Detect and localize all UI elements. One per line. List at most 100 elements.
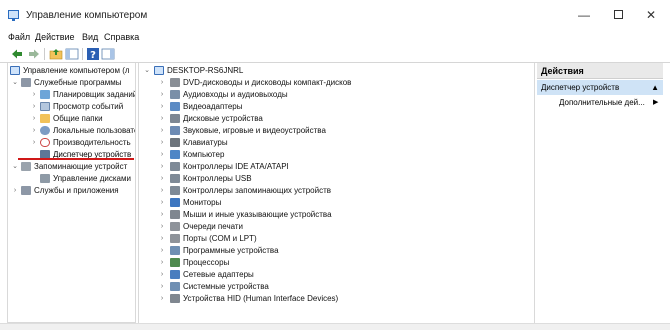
tree-root-computer-management[interactable]: Управление компьютером (л [10, 65, 135, 77]
chevron-right-icon[interactable]: › [158, 89, 166, 101]
device-category-2[interactable]: › Видеоадаптеры [143, 101, 533, 113]
device-category-label: Аудиовходы и аудиовыходы [183, 90, 288, 99]
tree-item-system-tools[interactable]: ⌄ Служебные программы [10, 77, 135, 89]
chevron-right-icon[interactable]: › [158, 137, 166, 149]
device-category-1[interactable]: › Аудиовходы и аудиовыходы [143, 89, 533, 101]
chevron-down-icon[interactable]: ⌄ [11, 161, 19, 173]
chevron-right-icon[interactable]: › [30, 113, 38, 125]
device-category-label: Порты (COM и LPT) [183, 234, 257, 243]
device-category-13[interactable]: › Порты (COM и LPT) [143, 233, 533, 245]
device-category-label: Дисковые устройства [183, 114, 263, 123]
toolbar: ? [0, 46, 670, 63]
title-bar: Управление компьютером — ✕ [0, 0, 670, 30]
collapse-arrow-icon[interactable]: ▲ [651, 80, 659, 95]
actions-group-device-manager[interactable]: Диспетчер устройств ▲ [537, 80, 663, 95]
show-hide-tree-icon[interactable] [65, 47, 79, 61]
menu-help[interactable]: Справка [104, 32, 139, 42]
chevron-down-icon[interactable]: ⌄ [11, 77, 19, 89]
tree-item-storage[interactable]: ⌄ Запоминающие устройст [10, 161, 135, 173]
device-category-label: Устройства HID (Human Interface Devices) [183, 294, 339, 303]
device-category-17[interactable]: › Системные устройства [143, 281, 533, 293]
device-category-4[interactable]: › Звуковые, игровые и видеоустройства [143, 125, 533, 137]
close-button[interactable]: ✕ [644, 8, 658, 22]
device-category-14[interactable]: › Программные устройства [143, 245, 533, 257]
actions-pane: Действия Диспетчер устройств ▲ Дополните… [537, 63, 663, 323]
port-icon [170, 234, 180, 243]
chevron-right-icon[interactable]: › [158, 125, 166, 137]
monitor-icon [170, 198, 180, 207]
device-category-label: DVD-дисководы и дисководы компакт-дисков [183, 78, 352, 87]
device-category-label: Мыши и иные указывающие устройства [183, 210, 332, 219]
console-tree: Управление компьютером (л ⌄ Служебные пр… [7, 63, 136, 323]
chevron-right-icon[interactable]: › [30, 101, 38, 113]
chevron-right-icon[interactable]: › [30, 137, 38, 149]
mouse-icon [170, 210, 180, 219]
chevron-right-icon[interactable]: › [158, 269, 166, 281]
chevron-right-icon[interactable]: › [158, 293, 166, 305]
sound-icon [170, 126, 180, 135]
forward-arrow-icon[interactable] [27, 47, 41, 61]
chevron-right-icon[interactable]: › [158, 149, 166, 161]
chevron-right-icon[interactable]: › [158, 161, 166, 173]
maximize-button[interactable] [611, 8, 625, 22]
device-category-11[interactable]: › Мыши и иные указывающие устройства [143, 209, 533, 221]
device-category-16[interactable]: › Сетевые адаптеры [143, 269, 533, 281]
device-category-8[interactable]: › Контроллеры USB [143, 173, 533, 185]
chevron-right-icon[interactable]: › [158, 257, 166, 269]
chevron-right-icon[interactable]: › [158, 173, 166, 185]
tree-item-task-scheduler[interactable]: › Планировщик заданий [10, 89, 135, 101]
usb-controller-icon [170, 174, 180, 183]
tree-item-services-apps[interactable]: › Службы и приложения [10, 185, 135, 197]
menu-action[interactable]: Действие [35, 32, 75, 42]
device-category-7[interactable]: › Контроллеры IDE ATA/ATAPI [143, 161, 533, 173]
device-category-9[interactable]: › Контроллеры запоминающих устройств [143, 185, 533, 197]
chevron-right-icon[interactable]: › [30, 89, 38, 101]
chevron-right-icon[interactable]: › [158, 197, 166, 209]
device-category-6[interactable]: › Компьютер [143, 149, 533, 161]
chevron-right-icon[interactable]: › [158, 281, 166, 293]
help-icon[interactable]: ? [86, 47, 100, 61]
tree-item-local-users[interactable]: › Локальные пользовате [10, 125, 135, 137]
storage-icon [21, 162, 31, 171]
device-category-15[interactable]: › Процессоры [143, 257, 533, 269]
device-category-label: Сетевые адаптеры [183, 270, 254, 279]
display-adapter-icon [170, 102, 180, 111]
device-category-18[interactable]: › Устройства HID (Human Interface Devices… [143, 293, 533, 305]
chevron-right-icon[interactable]: › [158, 209, 166, 221]
device-category-label: Процессоры [183, 258, 230, 267]
back-arrow-icon[interactable] [10, 47, 24, 61]
tree-item-shared-folders[interactable]: › Общие папки [10, 113, 135, 125]
device-category-label: Звуковые, игровые и видеоустройства [183, 126, 326, 135]
up-folder-icon[interactable] [49, 47, 63, 61]
chevron-right-icon[interactable]: › [158, 233, 166, 245]
device-category-3[interactable]: › Дисковые устройства [143, 113, 533, 125]
device-tree-root[interactable]: ⌄ DESKTOP-RS6JNRL [143, 65, 533, 77]
chevron-right-icon[interactable]: › [158, 185, 166, 197]
computer-icon [170, 150, 180, 159]
chevron-right-icon[interactable]: › [158, 221, 166, 233]
chevron-right-icon[interactable]: › [11, 185, 19, 197]
device-category-5[interactable]: › Клавиатуры [143, 137, 533, 149]
tree-item-event-viewer[interactable]: › Просмотр событий [10, 101, 135, 113]
view-icon[interactable] [101, 47, 115, 61]
submenu-arrow-icon: ▶ [653, 99, 659, 106]
device-category-10[interactable]: › Мониторы [143, 197, 533, 209]
chevron-right-icon[interactable]: › [158, 77, 166, 89]
menu-view[interactable]: Вид [82, 32, 98, 42]
chevron-right-icon[interactable]: › [158, 101, 166, 113]
print-queue-icon [170, 222, 180, 231]
device-category-0[interactable]: › DVD-дисководы и дисководы компакт-диско… [143, 77, 533, 89]
chevron-down-icon[interactable]: ⌄ [143, 65, 151, 77]
tree-item-disk-management[interactable]: Управление дисками [10, 173, 135, 185]
more-actions-link[interactable]: Дополнительные дей... [559, 97, 645, 109]
storage-controller-icon [170, 186, 180, 195]
chevron-right-icon[interactable]: › [30, 125, 38, 137]
dvd-drive-icon [170, 78, 180, 87]
tree-item-performance[interactable]: › Производительность [10, 137, 135, 149]
chevron-right-icon[interactable]: › [158, 113, 166, 125]
minimize-button[interactable]: — [577, 8, 591, 22]
menu-file[interactable]: Файл [8, 32, 30, 42]
device-category-12[interactable]: › Очереди печати [143, 221, 533, 233]
chevron-right-icon[interactable]: › [158, 245, 166, 257]
device-category-label: Контроллеры IDE ATA/ATAPI [183, 162, 289, 171]
